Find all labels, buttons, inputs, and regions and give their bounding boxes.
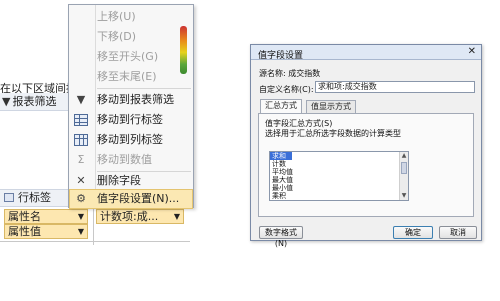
- row-field-chip[interactable]: 属性名 ▼: [4, 209, 88, 224]
- field-list-scrollbar[interactable]: [180, 26, 187, 74]
- menu-item-label: 上移(U): [97, 10, 136, 23]
- row-labels-title: 行标签: [18, 191, 51, 204]
- list-item[interactable]: 最小值: [270, 184, 408, 192]
- list-item[interactable]: 求和: [270, 152, 292, 160]
- number-format-button[interactable]: 数字格式(N): [259, 226, 303, 248]
- row-field-label: 属性名: [8, 210, 41, 223]
- ok-button[interactable]: 确定: [393, 226, 433, 239]
- menu-item-move-to-end[interactable]: 移至末尾(E): [69, 67, 193, 87]
- menu-separator: [97, 88, 191, 89]
- custom-name-label: 自定义名称(C):: [259, 85, 314, 94]
- chevron-down-icon[interactable]: ▼: [78, 225, 84, 238]
- sigma-icon: Σ: [77, 153, 85, 166]
- menu-item-label: 移动到报表筛选: [97, 93, 174, 106]
- menu-item-move-to-report-filter[interactable]: ▼ 移动到报表筛选: [69, 90, 193, 110]
- menu-item-label: 移动到行标签: [97, 113, 163, 126]
- menu-item-label: 删除字段: [97, 174, 141, 187]
- source-name-value: 成交指数: [288, 69, 321, 78]
- chevron-down-icon[interactable]: ▼: [174, 210, 180, 223]
- list-item[interactable]: 计数: [270, 160, 408, 168]
- menu-item-value-field-settings[interactable]: ⚙ 值字段设置(N)...: [69, 189, 193, 209]
- menu-item-label: 下移(D): [97, 30, 137, 43]
- summarize-group-label: 值字段汇总方式(S): [265, 119, 333, 128]
- menu-item-label: 移动到数值: [97, 153, 152, 166]
- chevron-down-icon[interactable]: ▼: [78, 210, 84, 223]
- custom-name-field[interactable]: 求和项:成交指数: [315, 81, 475, 93]
- source-name-row: 源名称: 成交指数: [259, 68, 320, 79]
- menu-item-move-up[interactable]: 上移(U): [69, 7, 193, 27]
- row-labels-icon: [4, 193, 14, 202]
- report-filter-area-header[interactable]: ▼ 报表筛选: [0, 93, 72, 111]
- tab-summarize-values-by[interactable]: 汇总方式: [260, 99, 302, 113]
- scroll-thumb[interactable]: [401, 162, 407, 174]
- filter-icon: ▼: [2, 95, 11, 108]
- scroll-up-icon[interactable]: ▲: [400, 152, 408, 160]
- menu-item-label: 移至末尾(E): [97, 70, 157, 83]
- tab-show-values-as[interactable]: 值显示方式: [306, 100, 356, 113]
- menu-item-move-to-row-labels[interactable]: 移动到行标签: [69, 110, 193, 130]
- list-item[interactable]: 平均值: [270, 168, 408, 176]
- report-filter-label: 报表筛选: [12, 95, 57, 108]
- summarize-tab-panel: 值字段汇总方式(S) 选择用于汇总所选字段数据的计算类型 求和 计数 平均值 最…: [258, 113, 474, 217]
- column-grid-icon: [74, 134, 88, 146]
- menu-item-move-to-values[interactable]: Σ 移动到数值: [69, 150, 193, 170]
- list-item[interactable]: 最大值: [270, 176, 408, 184]
- value-field-chip[interactable]: 计数项:成... ▼: [96, 209, 184, 224]
- menu-item-label: 值字段设置(N)...: [97, 192, 180, 205]
- menu-item-move-to-column-labels[interactable]: 移动到列标签: [69, 130, 193, 150]
- calculation-type-list[interactable]: 求和 计数 平均值 最大值 最小值 乘积 ▲ ▼: [269, 151, 409, 201]
- list-scrollbar[interactable]: ▲ ▼: [399, 152, 408, 200]
- dialog-title: 值字段设置: [258, 51, 304, 61]
- menu-item-move-down[interactable]: 下移(D): [69, 27, 193, 47]
- scroll-down-icon[interactable]: ▼: [400, 192, 408, 200]
- field-context-menu: 上移(U) 下移(D) 移至开头(G) 移至末尾(E) ▼ 移动到报表筛选 移动…: [68, 4, 194, 209]
- menu-item-remove-field[interactable]: ✕ 删除字段: [69, 171, 193, 191]
- menu-item-move-to-beginning[interactable]: 移至开头(G): [69, 47, 193, 67]
- value-field-settings-dialog: 值字段设置 ✕ 源名称: 成交指数 自定义名称(C): 求和项:成交指数 汇总方…: [250, 44, 482, 248]
- list-item[interactable]: 乘积: [270, 192, 408, 200]
- cancel-button[interactable]: 取消: [439, 226, 477, 239]
- menu-item-label: 移至开头(G): [97, 50, 159, 63]
- field-settings-icon: ⚙: [76, 192, 86, 205]
- filter-icon: ▼: [76, 93, 86, 106]
- areas-bottom-divider: [0, 241, 190, 242]
- summarize-description: 选择用于汇总所选字段数据的计算类型: [265, 129, 401, 138]
- value-field-label: 计数项:成...: [100, 210, 159, 223]
- row-grid-icon: [74, 114, 88, 126]
- dialog-titlebar: 值字段设置 ✕: [251, 45, 481, 61]
- delete-x-icon: ✕: [76, 174, 86, 187]
- close-icon[interactable]: ✕: [468, 46, 476, 57]
- row-field-label: 属性值: [8, 225, 41, 238]
- row-field-chip[interactable]: 属性值 ▼: [4, 224, 88, 239]
- source-name-label: 源名称:: [259, 69, 286, 78]
- menu-item-label: 移动到列标签: [97, 133, 163, 146]
